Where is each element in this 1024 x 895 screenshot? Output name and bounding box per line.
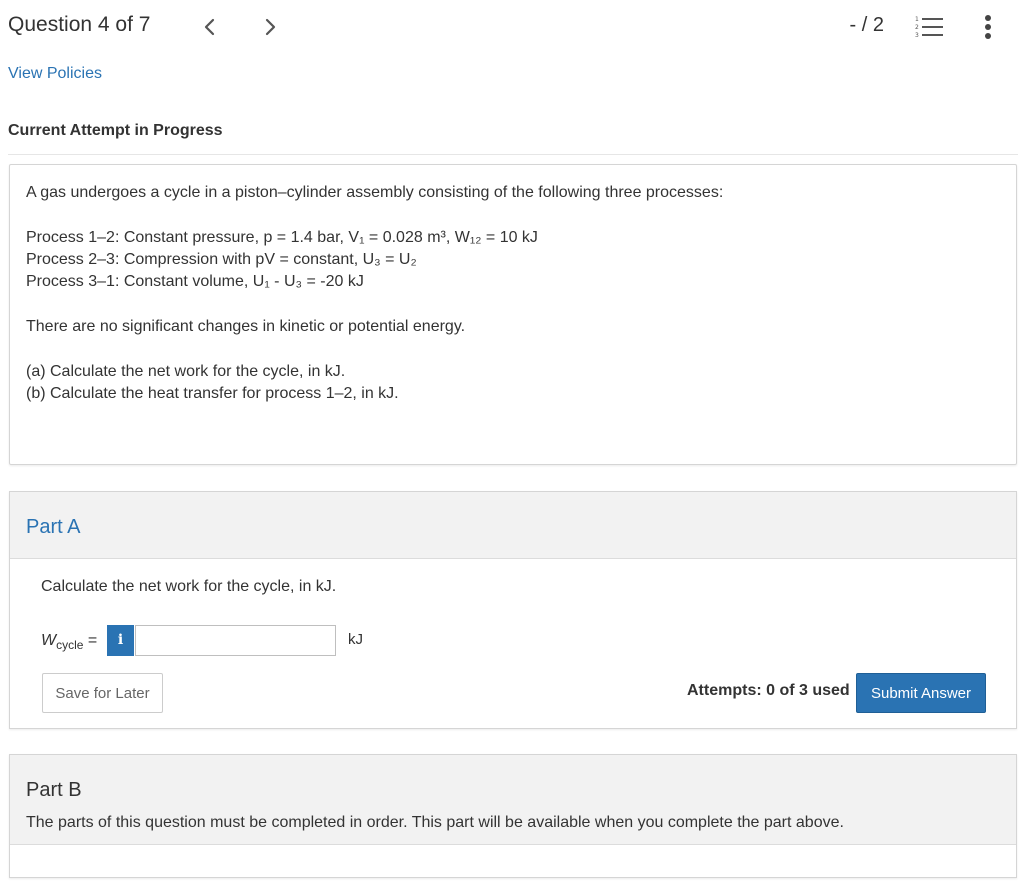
submit-answer-button[interactable]: Submit Answer (856, 673, 986, 713)
question-counter: Question 4 of 7 (8, 13, 151, 36)
view-policies-link[interactable]: View Policies (8, 65, 102, 83)
svg-text:1: 1 (915, 16, 919, 23)
variable-symbol: W (41, 632, 57, 649)
variable-label: Wcycle = (41, 632, 97, 652)
save-for-later-button[interactable]: Save for Later (42, 673, 163, 713)
numbered-list-icon[interactable]: 1 2 3 (915, 14, 945, 40)
answer-input[interactable] (135, 625, 336, 656)
attempt-status-heading: Current Attempt in Progress (8, 122, 223, 139)
chevron-right-icon[interactable] (260, 16, 280, 38)
svg-text:2: 2 (915, 24, 919, 31)
part-b-header: Part B The parts of this question must b… (10, 755, 1016, 845)
process-3-1: Process 3–1: Constant volume, U₁ - U₃ = … (26, 273, 364, 290)
variable-subscript: cycle (56, 638, 84, 653)
process-1-2: Process 1–2: Constant pressure, p = 1.4 … (26, 229, 538, 246)
part-a-statement: (a) Calculate the net work for the cycle… (26, 363, 346, 380)
attempts-counter: Attempts: 0 of 3 used (687, 682, 850, 699)
part-a-prompt: Calculate the net work for the cycle, in… (41, 578, 337, 595)
equals-sign: = (83, 632, 98, 649)
question-panel: A gas undergoes a cycle in a piston–cyli… (9, 164, 1017, 465)
svg-text:3: 3 (915, 32, 919, 39)
chevron-left-icon[interactable] (200, 16, 220, 38)
process-2-3: Process 2–3: Compression with pV = const… (26, 251, 417, 268)
part-a-panel: Part A Calculate the net work for the cy… (9, 491, 1017, 729)
part-b-title: Part B (26, 779, 82, 801)
energy-note: There are no significant changes in kine… (26, 318, 466, 335)
vertical-ellipsis-icon[interactable] (980, 12, 996, 42)
divider (8, 154, 1018, 155)
part-a-title: Part A (26, 516, 81, 538)
unit-label: kJ (348, 631, 363, 648)
top-bar: Question 4 of 7 - / 2 1 2 3 (0, 0, 1024, 56)
question-intro: A gas undergoes a cycle in a piston–cyli… (26, 184, 724, 201)
score-display: - / 2 (849, 14, 884, 36)
part-b-locked-note: The parts of this question must be compl… (26, 814, 844, 831)
part-b-statement: (b) Calculate the heat transfer for proc… (26, 385, 399, 402)
info-button[interactable]: i (107, 625, 134, 656)
part-b-panel: Part B The parts of this question must b… (9, 754, 1017, 878)
part-a-header: Part A (10, 492, 1016, 559)
